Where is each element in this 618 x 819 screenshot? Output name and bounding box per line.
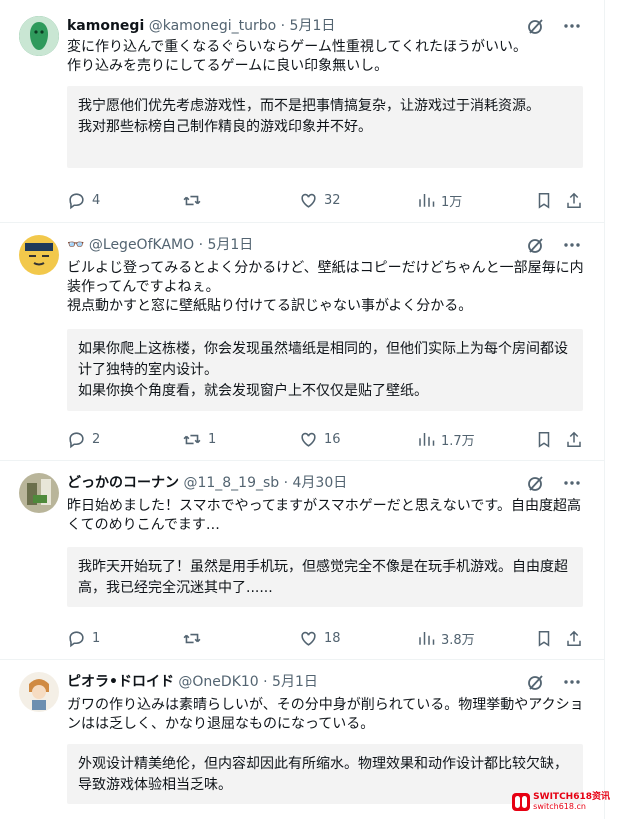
reply-icon: [69, 630, 84, 647]
translation-box: 如果你爬上这栋楼，你会发现虽然墙纸是相同的，但他们实际上为每个房间都设计了独特的…: [67, 329, 583, 411]
post[interactable]: kamonegi @kamonegi_turbo · 5月1日 変に作り込んで重…: [0, 0, 604, 222]
repost-icon: [183, 195, 201, 205]
views-icon: [419, 433, 435, 446]
like-button[interactable]: 16: [299, 429, 341, 449]
post-text: 変に作り込んで重くなるぐらいならゲーム性重視してくれたほうがいい。 作り込みを売…: [67, 39, 528, 74]
reply-button[interactable]: 1: [67, 628, 100, 648]
post-date[interactable]: · 5月1日: [263, 674, 318, 690]
post[interactable]: どっかのコーナン @11_8_19_sb · 4月30日 昨日始めました！スマホ…: [0, 461, 604, 659]
user-handle[interactable]: @OneDK10: [178, 674, 258, 690]
views-button[interactable]: 1.7万: [417, 429, 475, 449]
bookmark-button[interactable]: [535, 628, 553, 648]
user-handle[interactable]: @kamonegi_turbo: [149, 18, 276, 34]
post-header: kamonegi @kamonegi_turbo · 5月1日: [67, 16, 335, 36]
watermark-title: SWITCH618资讯: [533, 792, 610, 802]
share-button[interactable]: [565, 190, 583, 210]
share-button[interactable]: [565, 628, 583, 648]
display-name[interactable]: どっかのコーナン: [67, 475, 179, 491]
repost-icon: [183, 633, 201, 643]
avatar[interactable]: [19, 473, 59, 513]
views-icon: [419, 194, 435, 207]
like-button[interactable]: 32: [299, 190, 341, 210]
share-icon: [567, 630, 581, 646]
views-count: 3.8万: [441, 632, 475, 648]
post-header: どっかのコーナン @11_8_19_sb · 4月30日: [67, 473, 347, 493]
grok-icon[interactable]: [526, 235, 546, 255]
reply-button[interactable]: 4: [67, 190, 100, 210]
like-icon: [301, 631, 316, 646]
bookmark-icon: [538, 192, 550, 209]
switch-logo-icon: [512, 792, 531, 811]
repost-icon: [183, 434, 201, 444]
more-icon[interactable]: [562, 672, 582, 692]
sunglasses-icon: 👓: [67, 237, 85, 253]
reply-button[interactable]: 2: [67, 429, 100, 449]
post-date[interactable]: · 5月1日: [281, 18, 336, 34]
like-icon: [301, 432, 316, 447]
reply-count: 2: [92, 431, 101, 447]
share-icon: [567, 431, 581, 447]
views-button[interactable]: 1万: [417, 190, 462, 210]
share-button[interactable]: [565, 429, 583, 449]
bookmark-button[interactable]: [535, 429, 553, 449]
timeline-feed: kamonegi @kamonegi_turbo · 5月1日 変に作り込んで重…: [0, 0, 605, 819]
grok-icon[interactable]: [526, 672, 546, 692]
like-count: 16: [324, 431, 341, 447]
more-icon[interactable]: [562, 235, 582, 255]
grok-icon[interactable]: [526, 16, 546, 36]
post-text: ビルよじ登ってみるとよく分かるけど、壁紙はコピーだけどちゃんと一部屋毎に内装作っ…: [67, 260, 584, 314]
views-count: 1万: [441, 194, 463, 210]
post-header: ピオラ•ドロイド @OneDK10 · 5月1日: [67, 672, 318, 692]
action-bar: 2 1 16 1.7万: [67, 429, 585, 449]
post-text: 昨日始めました！スマホでやってますがスマホゲーだと思えないです。自由度超高くての…: [67, 498, 581, 533]
display-name[interactable]: kamonegi: [67, 18, 144, 34]
like-button[interactable]: 18: [299, 628, 341, 648]
like-count: 18: [324, 630, 341, 646]
watermark: SWITCH618资讯 switch618.cn: [512, 792, 610, 811]
reply-count: 4: [92, 192, 101, 208]
avatar[interactable]: [19, 235, 59, 275]
share-icon: [567, 192, 581, 208]
action-bar: 4 32 1万: [67, 190, 585, 210]
bookmark-icon: [538, 431, 550, 448]
repost-count: 1: [208, 431, 217, 447]
post-date[interactable]: · 5月1日: [199, 237, 254, 253]
avatar[interactable]: [19, 672, 59, 712]
translation-box: 我宁愿他们优先考虑游戏性，而不是把事情搞复杂，让游戏过于消耗资源。 我对那些标榜…: [67, 86, 583, 168]
watermark-url: switch618.cn: [533, 802, 586, 811]
reply-icon: [69, 431, 84, 448]
grok-icon[interactable]: [526, 473, 546, 493]
reply-icon: [69, 192, 84, 209]
views-count: 1.7万: [441, 433, 475, 449]
avatar[interactable]: [19, 16, 59, 56]
like-count: 32: [324, 192, 341, 208]
repost-button[interactable]: [182, 628, 208, 648]
views-icon: [419, 632, 435, 645]
reply-count: 1: [92, 630, 101, 646]
display-name[interactable]: ピオラ•ドロイド: [67, 674, 174, 690]
user-handle[interactable]: @LegeOfKAMO: [89, 237, 194, 253]
bookmark-button[interactable]: [535, 190, 553, 210]
more-icon[interactable]: [562, 473, 582, 493]
repost-button[interactable]: [182, 190, 208, 210]
post[interactable]: 👓 @LegeOfKAMO · 5月1日 ビルよじ登ってみるとよく分かるけど、壁…: [0, 223, 604, 459]
translation-box: 我昨天开始玩了！虽然是用手机玩，但感觉完全不像是在玩手机游戏。自由度超高，我已经…: [67, 547, 583, 607]
more-icon[interactable]: [562, 16, 582, 36]
translation-box: 外观设计精美绝伦，但内容却因此有所缩水。物理效果和动作设计都比较欠缺，导致游戏体…: [67, 744, 583, 804]
bookmark-icon: [538, 630, 550, 647]
post-date[interactable]: · 4月30日: [284, 475, 348, 491]
repost-button[interactable]: 1: [182, 429, 216, 449]
views-button[interactable]: 3.8万: [417, 628, 475, 648]
user-handle[interactable]: @11_8_19_sb: [183, 475, 279, 491]
like-icon: [301, 193, 316, 208]
post-text: ガワの作り込みは素晴らしいが、その分中身が削られている。物理挙動やアクションはは…: [67, 697, 584, 732]
action-bar: 1 18 3.8万: [67, 628, 585, 648]
post-header: 👓 @LegeOfKAMO · 5月1日: [67, 235, 253, 255]
